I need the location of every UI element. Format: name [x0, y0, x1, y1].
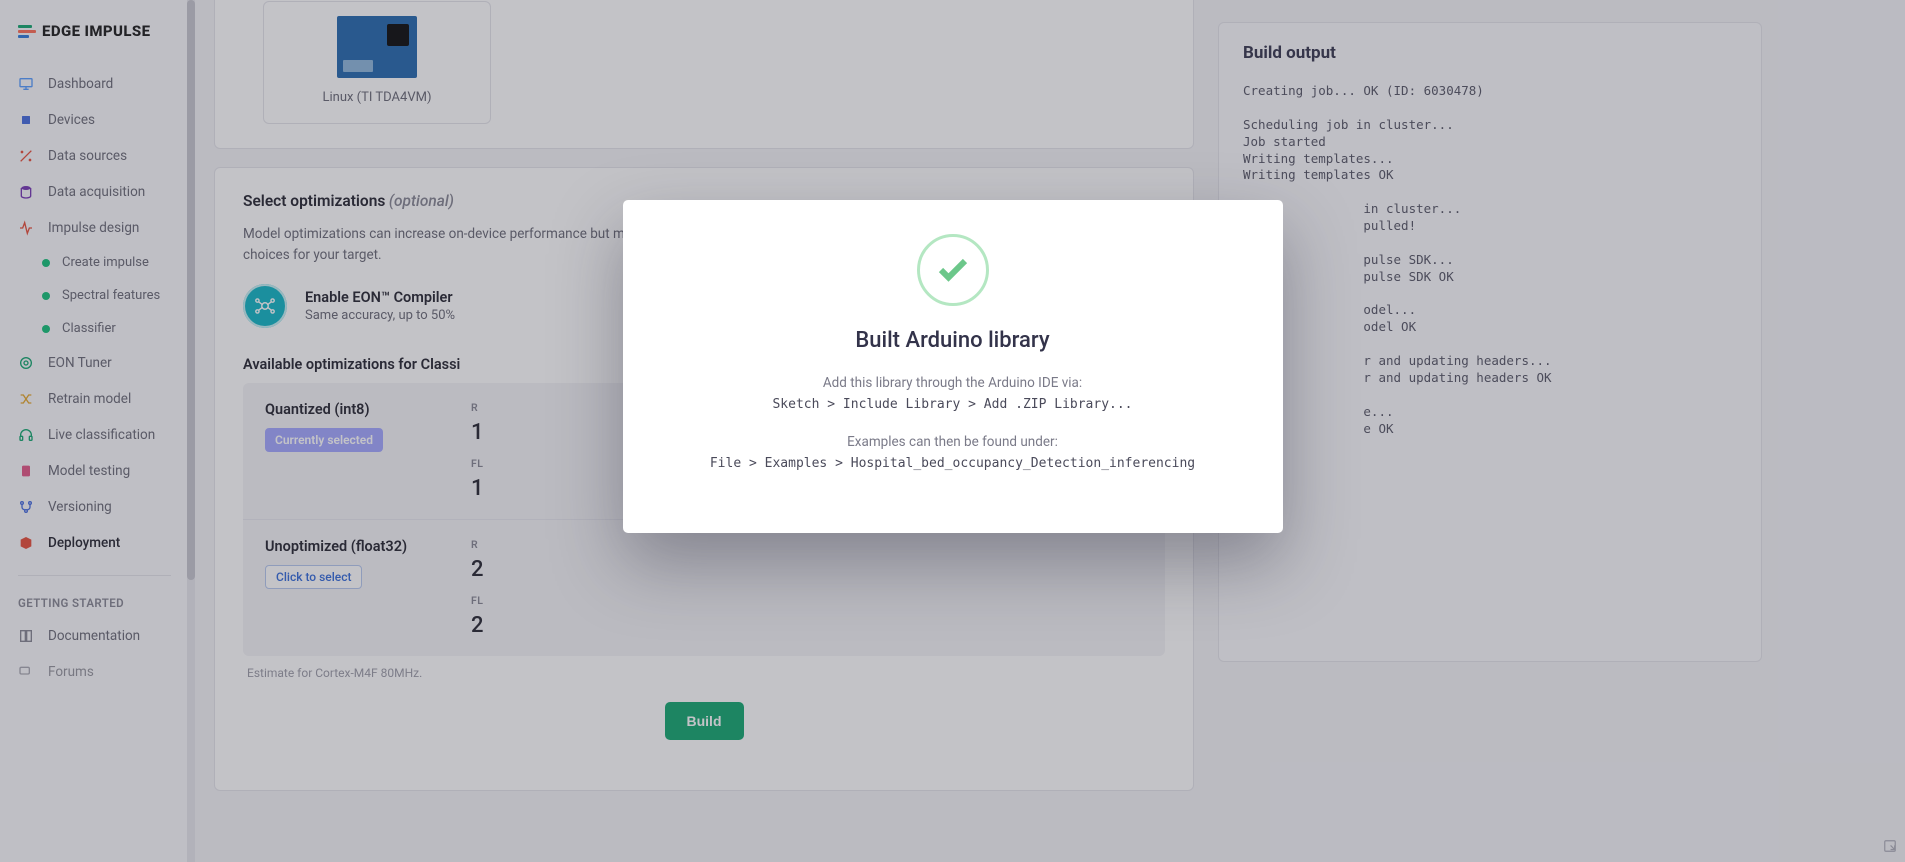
success-check-icon — [917, 234, 989, 306]
modal-line2: Examples can then be found under: — [663, 434, 1243, 450]
modal-line1: Add this library through the Arduino IDE… — [663, 375, 1243, 391]
help-corner-icon[interactable] — [1883, 839, 1897, 856]
modal-code1: Sketch > Include Library > Add .ZIP Libr… — [663, 397, 1243, 412]
built-library-modal: Built Arduino library Add this library t… — [623, 200, 1283, 533]
modal-overlay[interactable]: Built Arduino library Add this library t… — [0, 0, 1905, 862]
modal-code2: File > Examples > Hospital_bed_occupancy… — [663, 456, 1243, 471]
modal-title: Built Arduino library — [663, 328, 1243, 353]
